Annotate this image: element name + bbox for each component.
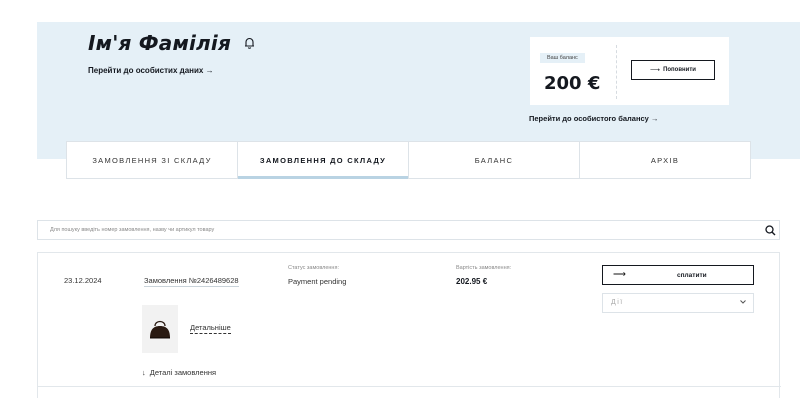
search-icon[interactable] (760, 220, 780, 240)
pay-button-label: сплатити (677, 272, 707, 279)
chevron-down-icon (740, 300, 746, 306)
topup-button[interactable]: ⟶ Поповнити (631, 60, 715, 80)
tab-archive[interactable]: АРХІВ (580, 142, 750, 178)
user-name-heading: Ім'я Фамілія (88, 30, 255, 55)
order-card: 23.12.2024 Замовлення №2426489628 Статус… (37, 252, 781, 398)
arrow-down-icon: ↓ (142, 368, 146, 377)
order-status-value: Payment pending (288, 277, 347, 286)
personal-balance-link[interactable]: Перейти до особистого балансу → (529, 114, 658, 123)
order-status-label: Статус замовлення: (288, 265, 339, 271)
actions-select[interactable]: Дії (602, 293, 754, 313)
personal-data-link[interactable]: Перейти до особистих даних → (88, 66, 214, 75)
balance-divider (616, 45, 617, 99)
product-thumbnail[interactable] (142, 305, 178, 353)
pay-button[interactable]: ⟶ сплатити (602, 265, 754, 285)
product-details-link[interactable]: Детальніше (190, 323, 231, 334)
order-cost-label: Вартість замовлення: (456, 265, 512, 271)
order-date: 23.12.2024 (64, 276, 102, 285)
order-details-toggle[interactable]: ↓ Деталі замовлення (142, 368, 216, 377)
tab-balance[interactable]: БАЛАНС (409, 142, 580, 178)
handbag-image (150, 320, 170, 339)
tab-orders-from-warehouse[interactable]: ЗАМОВЛЕННЯ ЗІ СКЛАДУ (67, 142, 238, 178)
arrow-right-icon: ⟶ (613, 269, 626, 279)
search-input[interactable]: Для пошуку введіть номер замовлення, наз… (37, 220, 780, 240)
user-name-text: Ім'я Фамілія (88, 31, 231, 55)
balance-badge: Ваш баланс (540, 53, 585, 63)
topup-button-label: Поповнити (663, 67, 696, 73)
balance-card: Ваш баланс 200 € ⟶ Поповнити (530, 37, 729, 105)
order-details-toggle-label: Деталі замовлення (149, 368, 217, 377)
order-divider (38, 386, 781, 387)
orders-tabs: ЗАМОВЛЕННЯ ЗІ СКЛАДУ ЗАМОВЛЕННЯ ДО СКЛАД… (66, 141, 751, 179)
tab-orders-to-warehouse[interactable]: ЗАМОВЛЕННЯ ДО СКЛАДУ (238, 142, 409, 179)
search-placeholder: Для пошуку введіть номер замовлення, наз… (50, 227, 215, 233)
order-number-link[interactable]: Замовлення №2426489628 (144, 276, 239, 287)
actions-select-value: Дії (611, 299, 624, 306)
balance-amount: 200 € (544, 73, 601, 94)
arrow-right-icon: ⟶ (650, 67, 661, 74)
bell-icon[interactable] (244, 30, 255, 54)
order-cost-value: 202.95 € (456, 277, 488, 286)
